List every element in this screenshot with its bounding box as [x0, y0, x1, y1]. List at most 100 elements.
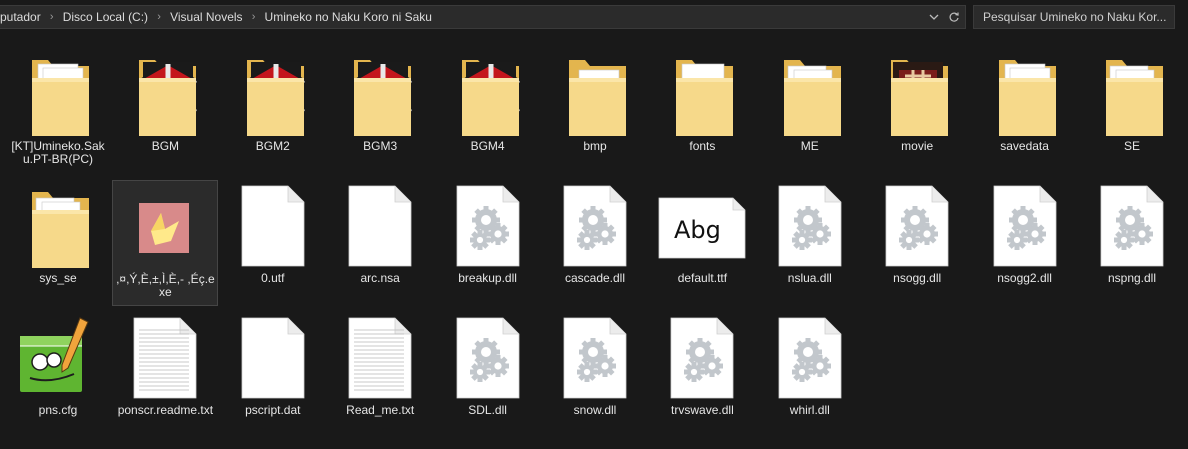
file-item[interactable]: Read_me.txt — [327, 312, 433, 438]
file-item[interactable]: nspng.dll — [1079, 180, 1185, 306]
file-item[interactable]: nslua.dll — [757, 180, 863, 306]
folder-item[interactable]: WAVsys_se — [5, 180, 111, 306]
dll-file-icon — [762, 180, 858, 270]
item-label: BGM3 — [363, 139, 398, 153]
item-label: fonts — [689, 139, 716, 153]
item-label: movie — [901, 139, 934, 153]
dll-file-icon — [440, 180, 536, 270]
item-label: arc.nsa — [360, 271, 400, 285]
file-item[interactable]: pscript.dat — [220, 312, 326, 438]
folder-item[interactable]: BGM — [112, 48, 218, 174]
item-label: nspng.dll — [1107, 271, 1157, 285]
item-label: sys_se — [39, 271, 77, 285]
refresh-icon — [949, 12, 959, 22]
file-item[interactable]: snow.dll — [542, 312, 648, 438]
item-label: ME — [800, 139, 819, 153]
file-item[interactable]: whirl.dll — [757, 312, 863, 438]
item-label: default.ttf — [677, 271, 728, 285]
file-item[interactable]: 0.utf — [220, 180, 326, 306]
file-item[interactable]: Abg default.ttf — [649, 180, 755, 306]
notepad-file-icon — [10, 312, 106, 402]
folder-icon — [440, 48, 536, 138]
item-label: pscript.dat — [245, 403, 301, 417]
folder-item[interactable]: savedata — [972, 48, 1078, 174]
chevron-right-icon[interactable]: › — [148, 11, 170, 23]
folder-item[interactable]: WAVME — [757, 48, 863, 174]
item-label: snow.dll — [573, 403, 617, 417]
file-item[interactable]: trvswave.dll — [649, 312, 755, 438]
item-label: 0.utf — [261, 271, 285, 285]
dll-file-icon — [977, 180, 1073, 270]
blank-file-icon — [225, 180, 321, 270]
item-label: SE — [1123, 139, 1140, 153]
breadcrumb-item[interactable]: Umineko no Naku Koro ni Saku — [265, 10, 432, 24]
chevron-down-icon — [929, 14, 939, 20]
text-file-icon — [117, 312, 213, 402]
exe-file-icon — [117, 181, 213, 271]
item-label: savedata — [1000, 139, 1049, 153]
file-item[interactable]: breakup.dll — [435, 180, 541, 306]
font-preview-text: Abg — [674, 216, 721, 244]
item-label: nsogg2.dll — [997, 271, 1052, 285]
item-label: [KT]Umineko.Saku.PT-BR(PC) — [11, 139, 105, 166]
file-item[interactable]: nsogg.dll — [864, 180, 970, 306]
folder-item[interactable]: WAVSE — [1079, 48, 1185, 174]
folder-icon — [225, 48, 321, 138]
folder-icon — [869, 48, 965, 138]
refresh-button[interactable] — [947, 8, 961, 26]
item-label: nslua.dll — [787, 271, 832, 285]
item-label: ponscr.readme.txt — [117, 403, 214, 417]
dll-file-icon — [547, 180, 643, 270]
item-label: whirl.dll — [789, 403, 830, 417]
blank-file-icon — [225, 312, 321, 402]
file-item[interactable]: ,¤,Ý,È,±,Ì,È,- ,Éç.exe — [112, 180, 219, 306]
breadcrumb-item[interactable]: putador — [0, 10, 41, 24]
folder-item[interactable]: BGM2 — [220, 48, 326, 174]
chevron-right-icon[interactable]: › — [41, 11, 63, 23]
file-item[interactable]: SDL.dll — [435, 312, 541, 438]
address-bar[interactable]: putador › Disco Local (C:) › Visual Nove… — [0, 5, 966, 29]
folder-icon: WAV — [762, 48, 858, 138]
folder-item[interactable]: [KT]Umineko.Saku.PT-BR(PC) — [5, 48, 111, 174]
item-label: trvswave.dll — [671, 403, 734, 417]
file-item[interactable]: ponscr.readme.txt — [112, 312, 218, 438]
file-item[interactable]: arc.nsa — [327, 180, 433, 306]
folder-icon — [10, 48, 106, 138]
folder-icon — [332, 48, 428, 138]
item-label: BGM4 — [470, 139, 505, 153]
folder-item[interactable]: movie — [864, 48, 970, 174]
dll-file-icon — [869, 180, 965, 270]
folder-item[interactable]: Abgfonts — [649, 48, 755, 174]
folder-item[interactable]: BGM4 — [435, 48, 541, 174]
chevron-right-icon[interactable]: › — [243, 11, 265, 23]
file-item[interactable]: pns.cfg — [5, 312, 111, 438]
dll-file-icon — [547, 312, 643, 402]
folder-icon: Abg — [654, 48, 750, 138]
text-file-icon — [332, 312, 428, 402]
breadcrumb-item[interactable]: Disco Local (C:) — [63, 10, 148, 24]
dll-file-icon — [440, 312, 536, 402]
folder-item[interactable]: BGM3 — [327, 48, 433, 174]
history-dropdown-button[interactable] — [927, 8, 941, 26]
font-file-icon: Abg — [654, 180, 750, 270]
item-label: ,¤,Ý,È,±,Ì,È,- ,Éç.exe — [116, 272, 215, 299]
dll-file-icon — [654, 312, 750, 402]
item-label: pns.cfg — [38, 403, 78, 417]
folder-item[interactable]: bmp — [542, 48, 648, 174]
breadcrumb-item[interactable]: Visual Novels — [170, 10, 242, 24]
item-label: cascade.dll — [564, 271, 626, 285]
item-label: BGM2 — [255, 139, 290, 153]
folder-icon: WAV — [1084, 48, 1180, 138]
item-label: breakup.dll — [458, 271, 517, 285]
address-toolbar: putador › Disco Local (C:) › Visual Nove… — [0, 0, 1188, 36]
file-item[interactable]: cascade.dll — [542, 180, 648, 306]
item-label: nsogg.dll — [893, 271, 942, 285]
folder-icon — [117, 48, 213, 138]
item-label: BGM — [151, 139, 180, 153]
folder-icon: WAV — [10, 180, 106, 270]
item-label: bmp — [583, 139, 607, 153]
folder-icon — [977, 48, 1073, 138]
search-input[interactable]: Pesquisar Umineko no Naku Kor... — [973, 5, 1175, 29]
blank-file-icon — [332, 180, 428, 270]
file-item[interactable]: nsogg2.dll — [972, 180, 1078, 306]
